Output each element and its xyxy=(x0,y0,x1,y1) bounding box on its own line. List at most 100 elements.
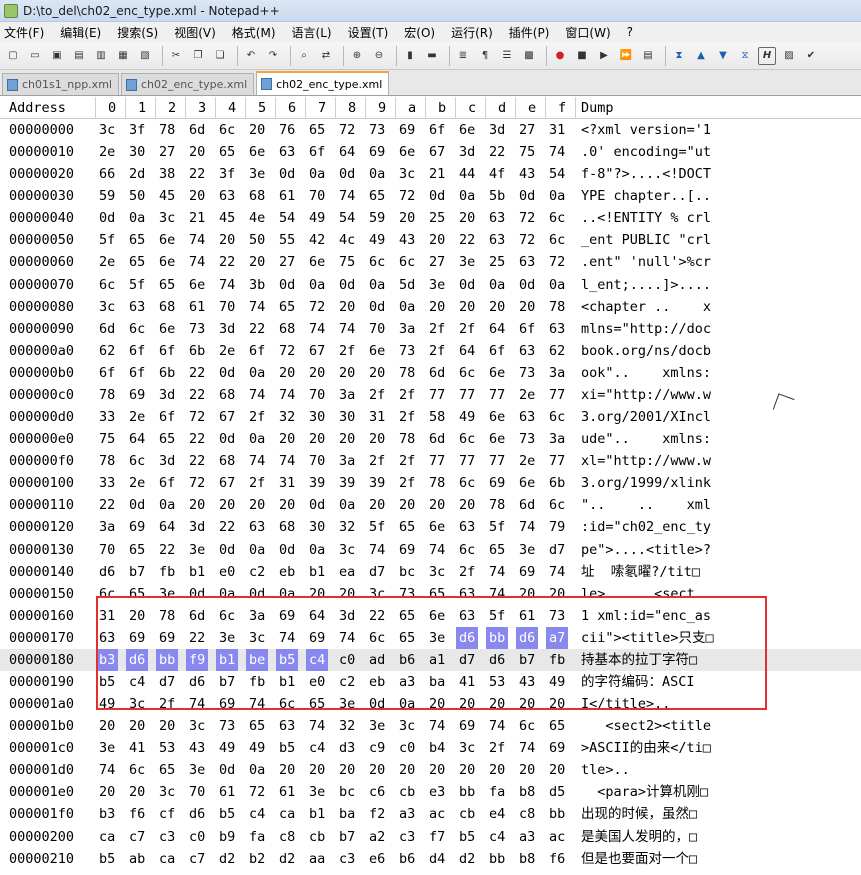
hex-byte[interactable]: 20 xyxy=(339,362,355,384)
hex-byte[interactable]: 74 xyxy=(189,229,205,251)
hex-byte[interactable]: 61 xyxy=(519,605,535,627)
hex-byte[interactable]: 3c xyxy=(159,207,175,229)
hex-byte[interactable]: 65 xyxy=(309,119,325,141)
hex-byte[interactable]: fa xyxy=(249,826,265,848)
hex-byte[interactable]: 54 xyxy=(279,207,295,229)
hex-byte[interactable]: b1 xyxy=(309,803,325,825)
hex-byte[interactable]: 74 xyxy=(369,539,385,561)
hex-byte[interactable]: 3e xyxy=(189,539,205,561)
hex-row-dump[interactable]: mlns="http://doc xyxy=(581,318,761,340)
hex-row[interactable]: 00000130 70 65 22 3e 0d 0a 0d 0a 3c 74 69 74 6c 65 3e d7… xyxy=(0,539,861,561)
hex-byte[interactable]: 20 xyxy=(339,296,355,318)
hex-byte[interactable]: 0d xyxy=(219,428,235,450)
hex-byte[interactable]: d6 xyxy=(126,648,149,671)
hex-byte[interactable]: 25 xyxy=(489,251,505,273)
hex-byte[interactable]: 65 xyxy=(279,296,295,318)
hex-byte[interactable]: 3c xyxy=(459,737,475,759)
hex-byte[interactable]: 0a xyxy=(399,296,415,318)
hex-byte[interactable]: 2e xyxy=(519,384,535,406)
hex-byte[interactable]: 21 xyxy=(189,207,205,229)
hex-byte[interactable]: 65 xyxy=(219,141,235,163)
hex-byte[interactable]: 78 xyxy=(159,119,175,141)
hex-byte[interactable]: 74 xyxy=(339,185,355,207)
hex-byte[interactable]: 20 xyxy=(489,296,505,318)
hex-byte[interactable]: ba xyxy=(339,803,355,825)
hex-byte[interactable]: e0 xyxy=(219,561,235,583)
hex-byte[interactable]: d6 xyxy=(189,671,205,693)
hex-byte[interactable]: 65 xyxy=(489,539,505,561)
hex-byte[interactable]: 6e xyxy=(159,318,175,340)
hex-row[interactable]: 00000070 6c 5f 65 6e 74 3b 0d 0a 0d 0a 5d 3e 0d 0a 0d 0a… xyxy=(0,274,861,296)
hex-byte[interactable]: 20 xyxy=(519,693,535,715)
hex-byte[interactable]: 3a xyxy=(99,516,115,538)
hex-row-dump[interactable]: l_ent;....]>.... xyxy=(581,274,761,296)
hex-byte[interactable]: d7 xyxy=(159,671,175,693)
hex-byte[interactable]: 0d xyxy=(249,583,265,605)
hex-byte[interactable]: 65 xyxy=(399,627,415,649)
hex-byte[interactable]: 0a xyxy=(309,539,325,561)
hex-byte[interactable]: b5 xyxy=(99,671,115,693)
menu-item-1[interactable]: 编辑(E) xyxy=(60,24,101,41)
hex-byte[interactable]: 20 xyxy=(369,494,385,516)
hex-row-dump[interactable]: book.org/ns/docb xyxy=(581,340,761,362)
hex-byte[interactable]: 3c xyxy=(429,561,445,583)
hex-byte[interactable]: 0d xyxy=(459,274,475,296)
hex-byte[interactable]: 20 xyxy=(369,362,385,384)
hex-byte[interactable]: a3 xyxy=(399,671,415,693)
hex-byte[interactable]: b4 xyxy=(429,737,445,759)
hex-byte[interactable]: 20 xyxy=(429,494,445,516)
hex-byte[interactable]: 0a xyxy=(549,185,565,207)
menu-item-0[interactable]: 文件(F) xyxy=(4,24,44,41)
hex-byte[interactable]: d3 xyxy=(339,737,355,759)
hex-byte[interactable]: 3e xyxy=(189,759,205,781)
hex-byte[interactable]: b8 xyxy=(519,848,535,870)
hex-byte[interactable]: d6 xyxy=(189,803,205,825)
hex-byte[interactable]: 69 xyxy=(129,384,145,406)
menu-item-8[interactable]: 运行(R) xyxy=(451,24,493,41)
hex-byte[interactable]: c8 xyxy=(519,803,535,825)
hex-byte[interactable]: 3e xyxy=(309,781,325,803)
hex-row-dump[interactable]: 持基本的拉丁字符□ xyxy=(581,649,761,671)
hex-byte[interactable]: 68 xyxy=(219,450,235,472)
hex-byte[interactable]: 0a xyxy=(459,185,475,207)
hex-byte[interactable]: 20 xyxy=(369,428,385,450)
hex-byte[interactable]: 6f xyxy=(129,362,145,384)
hex-byte[interactable]: 5f xyxy=(489,605,505,627)
hex-byte[interactable]: d7 xyxy=(369,561,385,583)
hex-byte[interactable]: 0a xyxy=(369,163,385,185)
hex-byte[interactable]: 22 xyxy=(189,450,205,472)
hex-byte[interactable]: b5 xyxy=(276,648,299,671)
hex-byte[interactable]: 6f xyxy=(99,362,115,384)
hex-byte[interactable]: ca xyxy=(99,826,115,848)
menu-item-4[interactable]: 格式(M) xyxy=(232,24,276,41)
hex-byte[interactable]: a3 xyxy=(519,826,535,848)
print-icon[interactable]: ▧ xyxy=(136,47,154,65)
hex-byte[interactable]: 63 xyxy=(459,605,475,627)
hex-byte[interactable]: c4 xyxy=(489,826,505,848)
hex-byte[interactable]: 65 xyxy=(129,583,145,605)
show-all-chars-icon[interactable]: ¶ xyxy=(476,47,494,65)
hex-byte[interactable]: 44 xyxy=(459,163,475,185)
hex-byte[interactable]: 20 xyxy=(309,428,325,450)
hex-byte[interactable]: 20 xyxy=(489,759,505,781)
hex-byte[interactable]: 0a xyxy=(219,583,235,605)
hex-byte[interactable]: 77 xyxy=(429,384,445,406)
hex-byte[interactable]: eb xyxy=(279,561,295,583)
hex-byte[interactable]: b3 xyxy=(96,648,119,671)
hex-byte[interactable]: 72 xyxy=(339,119,355,141)
hex-byte[interactable]: 65 xyxy=(159,274,175,296)
hex-byte[interactable]: bb xyxy=(549,803,565,825)
hex-row[interactable]: 00000090 6d 6c 6e 73 3d 22 68 74 74 70 3a 2f 2f 64 6f 63… xyxy=(0,318,861,340)
hex-byte[interactable]: 6d xyxy=(189,119,205,141)
hex-byte[interactable]: a7 xyxy=(546,626,569,649)
hex-byte[interactable]: 70 xyxy=(219,296,235,318)
hex-byte[interactable]: 3c xyxy=(99,119,115,141)
hex-row-dump[interactable]: 的字符编码：ASCI xyxy=(581,671,761,693)
hex-byte[interactable]: 22 xyxy=(189,428,205,450)
hex-expand-icon[interactable]: ⧖ xyxy=(736,47,754,65)
hex-byte[interactable]: 49 xyxy=(459,406,475,428)
menu-item-5[interactable]: 语言(L) xyxy=(292,24,332,41)
hex-byte[interactable]: 70 xyxy=(309,450,325,472)
hex-byte[interactable]: 72 xyxy=(189,472,205,494)
hex-byte[interactable]: 33 xyxy=(99,406,115,428)
